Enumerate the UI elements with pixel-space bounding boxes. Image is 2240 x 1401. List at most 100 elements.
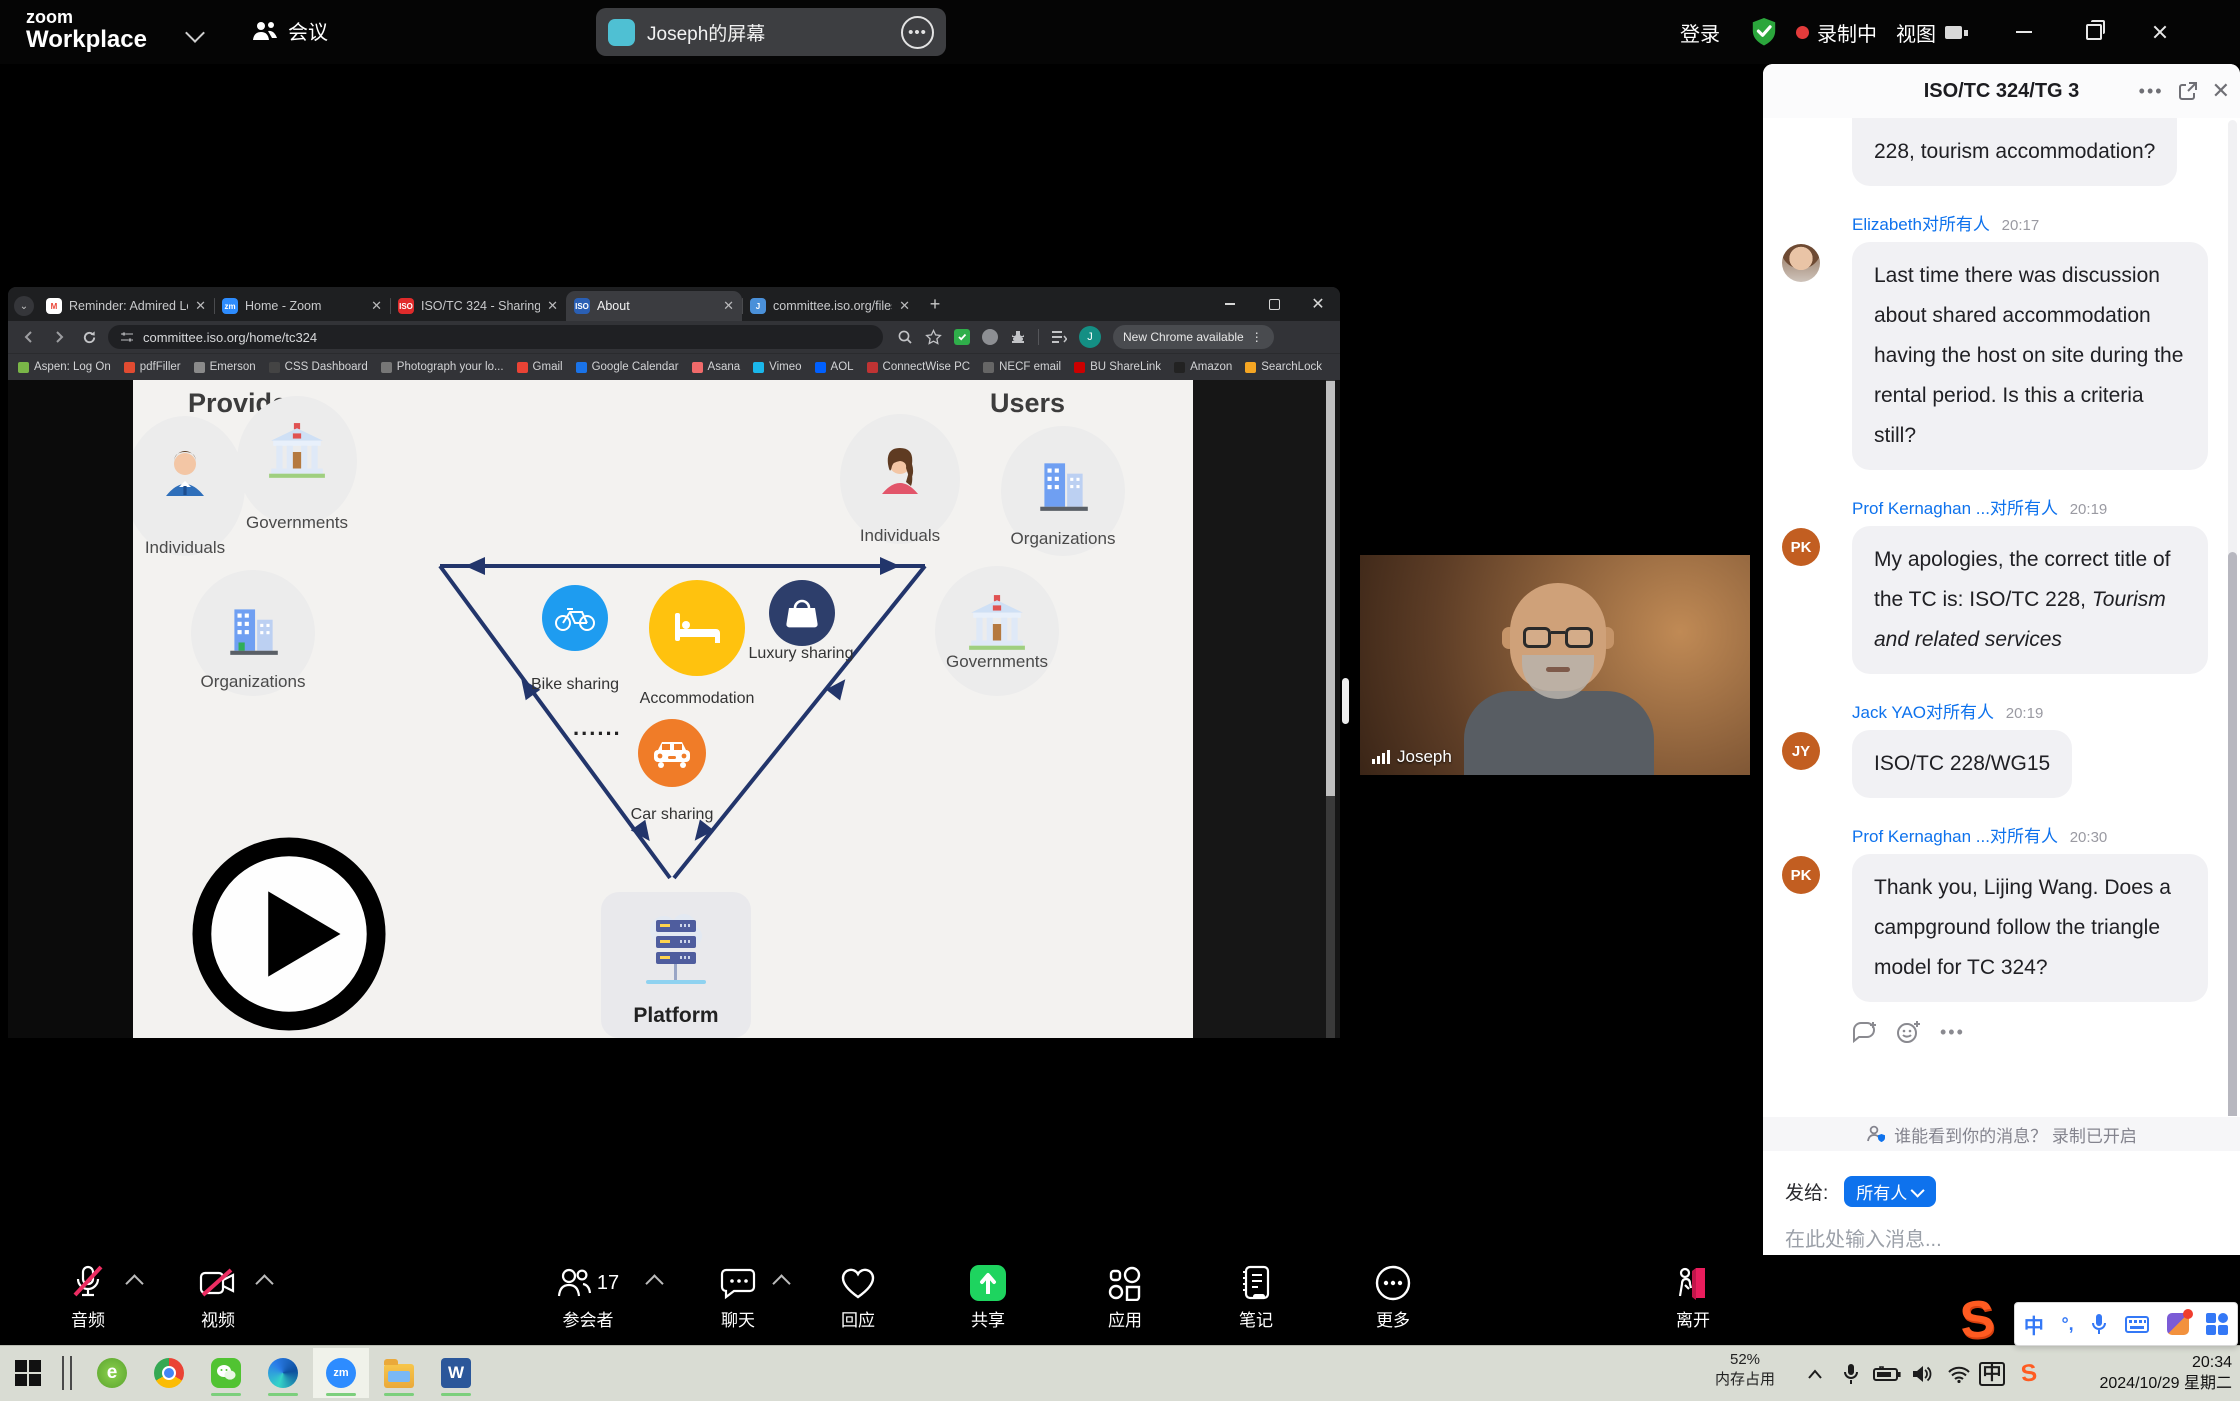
browser-tab[interactable]: ISO ISO/TC 324 - Sharing economy ✕ — [390, 291, 566, 321]
chat-scrollbar[interactable] — [2228, 120, 2237, 1116]
video-button[interactable]: 视频 — [170, 1263, 266, 1331]
start-button[interactable] — [14, 1359, 42, 1387]
bookmark-item[interactable]: CSS Dashboard — [269, 361, 368, 373]
bookmark-item[interactable]: Gmail — [517, 361, 563, 373]
tab-close-icon[interactable]: ✕ — [723, 298, 734, 314]
tray-battery-icon[interactable] — [1872, 1360, 1902, 1388]
chat-input[interactable]: 在此处输入消息... — [1785, 1223, 2218, 1252]
window-close-button[interactable] — [2138, 14, 2182, 50]
bookmark-item[interactable]: ConnectWise PC — [867, 361, 971, 373]
participants-options-chevron[interactable] — [645, 1274, 663, 1292]
bookmark-item[interactable]: Google Calendar — [576, 361, 679, 373]
bookmark-item[interactable]: NECF email — [983, 361, 1061, 373]
chevron-down-icon[interactable] — [185, 23, 205, 43]
bookmark-item[interactable]: SearchLock — [1245, 361, 1322, 373]
extension-check-icon[interactable] — [954, 329, 970, 345]
bookmark-item[interactable]: pdfFiller — [124, 361, 181, 373]
ime-punctuation-icon[interactable]: °, — [2061, 1314, 2073, 1335]
reply-icon[interactable] — [1852, 1021, 1878, 1043]
ime-mode-chinese[interactable]: 中 — [2024, 1310, 2044, 1339]
reading-list-icon[interactable] — [1051, 330, 1067, 344]
taskbar-360-browser[interactable]: e — [84, 1348, 140, 1398]
chat-message[interactable]: PK Prof Kernaghan ...对所有人 20:19 My apolo… — [1763, 494, 2240, 674]
bookmark-item[interactable]: Vimeo — [753, 361, 801, 373]
tab-close-icon[interactable]: ✕ — [195, 298, 206, 314]
sogou-logo-icon[interactable]: S — [1958, 1289, 1997, 1351]
chat-scrollbar-thumb[interactable] — [2228, 552, 2237, 1116]
pop-out-icon[interactable] — [2178, 81, 2198, 101]
reload-icon[interactable] — [78, 326, 100, 348]
message-sender[interactable]: Elizabeth — [1852, 215, 1922, 234]
ime-skin-icon[interactable] — [2167, 1313, 2189, 1335]
message-sender[interactable]: Prof Kernaghan ... — [1852, 827, 1990, 846]
tab-close-icon[interactable]: ✕ — [899, 298, 910, 314]
chat-button[interactable]: 聊天 — [690, 1263, 786, 1331]
view-button[interactable]: 视图 — [1896, 0, 1962, 64]
taskbar-clock[interactable]: 20:34 2024/10/29 星期二 — [2099, 1352, 2232, 1394]
tray-ime-indicator[interactable]: 中 — [1977, 1360, 2007, 1388]
participant-video-tile[interactable]: Joseph — [1360, 555, 1750, 775]
send-to-selector[interactable]: 所有人 — [1844, 1176, 1936, 1207]
site-info-icon[interactable] — [120, 330, 134, 344]
message-sender[interactable]: Prof Kernaghan ... — [1852, 499, 1990, 518]
taskbar-zoom[interactable]: zm — [313, 1348, 369, 1398]
recording-indicator[interactable]: 录制中 — [1796, 0, 1877, 64]
tab-close-icon[interactable]: ✕ — [371, 298, 382, 314]
ime-toolbox-icon[interactable] — [2206, 1313, 2228, 1335]
participants-button[interactable]: 17 参会者 — [528, 1263, 648, 1331]
login-button[interactable]: 登录 — [1680, 0, 1720, 64]
taskbar-chrome[interactable] — [141, 1348, 197, 1398]
reactions-button[interactable]: 回应 — [810, 1263, 906, 1331]
profile-avatar[interactable]: J — [1079, 326, 1101, 348]
tray-volume-icon[interactable] — [1908, 1360, 1938, 1388]
browser-restore-button[interactable] — [1252, 287, 1296, 321]
tab-close-icon[interactable]: ✕ — [547, 298, 558, 314]
chat-message[interactable]: Elizabeth对所有人 20:17 Last time there was … — [1763, 210, 2240, 470]
bookmark-item[interactable]: Emerson — [194, 361, 256, 373]
new-tab-button[interactable]: + — [922, 291, 948, 317]
add-reaction-icon[interactable] — [1896, 1020, 1922, 1044]
panel-resize-handle[interactable] — [1342, 678, 1349, 724]
taskbar-file-explorer[interactable] — [371, 1348, 427, 1398]
browser-tab[interactable]: M Reminder: Admired Leadership ✕ — [38, 291, 214, 321]
browser-minimize-button[interactable] — [1208, 287, 1252, 321]
security-shield-icon[interactable] — [1750, 0, 1778, 64]
window-minimize-button[interactable] — [2002, 14, 2046, 50]
browser-menu-icon[interactable]: ⋮ — [1251, 330, 1264, 344]
tab-more-icon[interactable]: ••• — [901, 16, 934, 49]
meeting-tab[interactable]: 会议 — [252, 16, 328, 45]
page-scrollbar-thumb[interactable] — [1326, 381, 1335, 796]
tray-sogou-icon[interactable]: S — [2014, 1360, 2044, 1388]
shared-screen-tab[interactable]: Joseph的屏幕 ••• — [596, 8, 946, 56]
bookmark-star-icon[interactable] — [925, 329, 942, 346]
chat-message[interactable]: PK Prof Kernaghan ...对所有人 20:30 Thank yo… — [1763, 822, 2240, 1002]
forward-icon[interactable] — [48, 326, 70, 348]
tray-expand-chevron[interactable] — [1800, 1360, 1830, 1388]
leave-button[interactable]: 离开 — [1645, 1263, 1741, 1331]
chat-close-icon[interactable]: ✕ — [2212, 78, 2230, 104]
bookmark-item[interactable]: Photograph your lo... — [381, 361, 504, 373]
share-button[interactable]: 共享 — [940, 1263, 1036, 1331]
taskbar-edge[interactable] — [255, 1348, 311, 1398]
taskbar-word[interactable]: W — [428, 1348, 484, 1398]
tray-mic-icon[interactable] — [1836, 1360, 1866, 1388]
extension-avatar-icon[interactable] — [982, 329, 998, 345]
browser-tab[interactable]: zm Home - Zoom ✕ — [214, 291, 390, 321]
zoom-page-icon[interactable] — [897, 329, 913, 345]
browser-tab[interactable]: ISO About ✕ — [566, 291, 742, 321]
chrome-update-pill[interactable]: New Chrome available ⋮ — [1113, 325, 1274, 349]
ime-toolbar[interactable]: 中 °, — [2014, 1302, 2238, 1346]
message-more-icon[interactable]: ••• — [1940, 1022, 1965, 1043]
tab-search-chevron-icon[interactable]: ⌄ — [14, 296, 34, 316]
ime-voice-icon[interactable] — [2091, 1313, 2107, 1335]
audio-button[interactable]: 音频 — [40, 1263, 136, 1331]
page-scrollbar[interactable] — [1326, 380, 1335, 1038]
chat-message[interactable]: JY Jack YAO对所有人 20:19 ISO/TC 228/WG15 — [1763, 698, 2240, 798]
address-bar[interactable]: committee.iso.org/home/tc324 — [108, 325, 883, 349]
browser-tab[interactable]: J committee.iso.org/files/live/site ✕ — [742, 291, 918, 321]
notes-button[interactable]: 笔记 — [1208, 1263, 1304, 1331]
chat-message-list[interactable]: 228, tourism accommodation? Elizabeth对所有… — [1763, 118, 2240, 1116]
bookmark-item[interactable]: Aspen: Log On — [18, 361, 111, 373]
browser-close-button[interactable]: ✕ — [1296, 287, 1340, 321]
back-icon[interactable] — [18, 326, 40, 348]
